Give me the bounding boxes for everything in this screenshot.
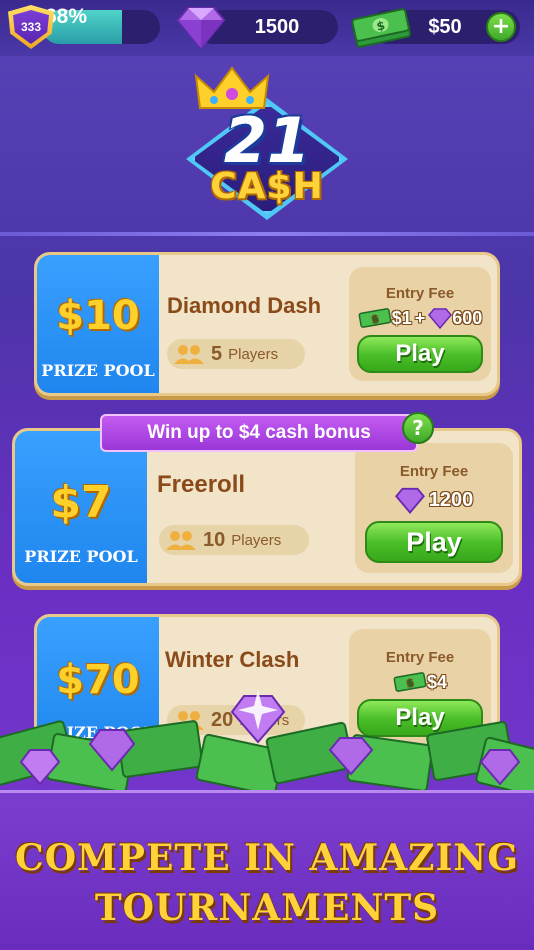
entry-fee-box: Entry Fee 1200 Play: [355, 443, 513, 573]
cash-stack-icon: $: [351, 8, 411, 48]
tournament-card-diamond-dash[interactable]: $10 PRIZE POOL Diamond Dash 5 Players En…: [34, 252, 500, 396]
gem-icon: [394, 487, 425, 514]
fee-gems: 1200: [428, 488, 474, 511]
entry-fee-amount: 1200: [355, 485, 513, 515]
fee-plus: +: [414, 307, 426, 328]
prize-pool-panel: $7 PRIZE POOL: [15, 431, 147, 583]
top-bar: 68% 333 1500 $50 $ +: [0, 0, 534, 56]
players-icon: [166, 531, 196, 550]
level-number: 333: [13, 10, 49, 44]
players-label: Players: [228, 345, 279, 363]
prize-pool-label: PRIZE POOL: [41, 361, 155, 380]
entry-fee-label: Entry Fee: [399, 463, 469, 480]
promo-line-2: TOURNAMENTS: [94, 887, 440, 929]
play-button[interactable]: Play: [365, 521, 503, 563]
entry-fee-label: Entry Fee: [385, 649, 455, 666]
players-count: 10 Players: [159, 525, 309, 555]
tournament-name: Diamond Dash: [167, 293, 322, 318]
prize-amount: $7: [50, 477, 112, 528]
entry-fee-box: Entry Fee $ $1 + 600 Play: [349, 267, 491, 381]
players-label: Players: [231, 531, 282, 549]
tournament-name: Winter Clash: [165, 647, 300, 672]
tournament-name: Freeroll: [157, 471, 246, 498]
level-badge-icon[interactable]: 333: [8, 5, 54, 49]
cash-icon: $: [358, 308, 392, 328]
players-number: 5: [211, 342, 223, 365]
gem-count: 1500: [254, 16, 300, 38]
prize-pool-label: PRIZE POOL: [24, 547, 138, 566]
entry-fee-amount: $ $1 + 600: [349, 305, 491, 331]
bonus-help-button[interactable]: ?: [402, 412, 434, 444]
players-number: 10: [203, 528, 226, 551]
cash-amount: $50: [428, 16, 462, 38]
entry-fee-label: Entry Fee: [385, 285, 455, 302]
players-icon: [174, 345, 204, 364]
gem-icon: [428, 308, 453, 329]
promo-line-1: COMPETE IN AMAZING: [15, 837, 519, 879]
logo-text-cash: CA$H: [210, 166, 324, 207]
game-logo: 21 CA$H: [0, 56, 534, 236]
promo-banner: COMPETE IN AMAZING TOURNAMENTS: [0, 790, 534, 950]
logo-divider: [0, 232, 534, 236]
fee-cash: $1: [391, 307, 412, 328]
players-count: 5 Players: [167, 339, 305, 369]
play-button[interactable]: Play: [357, 335, 483, 373]
prize-pool-panel: $10 PRIZE POOL: [37, 255, 159, 393]
gem-icon: [176, 7, 226, 50]
bonus-banner: Win up to $4 cash bonus: [100, 414, 418, 452]
fee-gems: 600: [452, 307, 483, 328]
prize-amount: $10: [56, 293, 140, 339]
add-cash-button[interactable]: +: [486, 12, 516, 42]
